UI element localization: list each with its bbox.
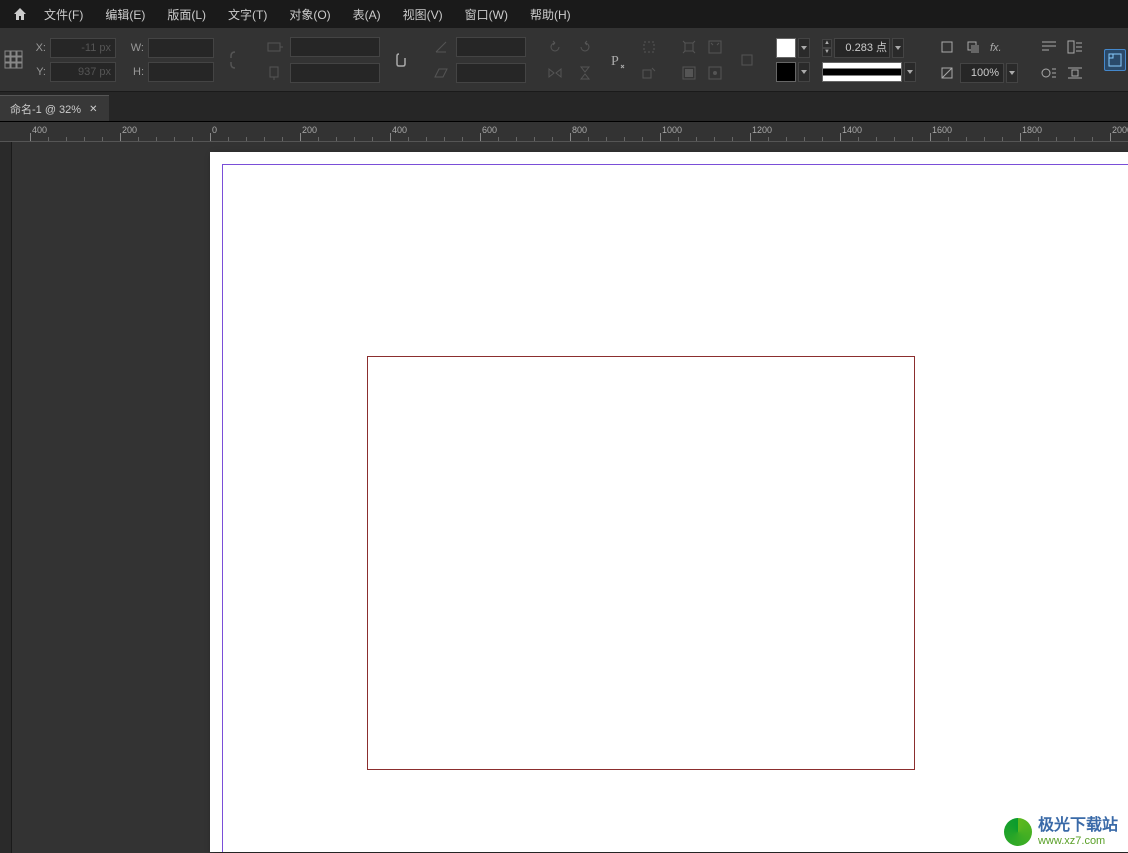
- flip-vertical-icon[interactable]: [574, 62, 596, 84]
- rotate-cw-icon[interactable]: [574, 36, 596, 58]
- rotate-angle-icon[interactable]: [430, 36, 452, 58]
- menu-object[interactable]: 对象(O): [279, 2, 340, 27]
- h-input[interactable]: [148, 62, 214, 82]
- fill-dropdown[interactable]: [798, 38, 810, 58]
- w-label: W:: [128, 42, 144, 54]
- fx-icon[interactable]: fx.: [988, 36, 1010, 58]
- scale-y-icon[interactable]: [264, 62, 286, 84]
- text-wrap-icon[interactable]: [1038, 36, 1060, 58]
- opacity-input[interactable]: 100%: [960, 63, 1004, 83]
- text-wrap-shape-icon[interactable]: [1038, 62, 1060, 84]
- document-tab-bar: 命名-1 @ 32% ✕: [0, 92, 1128, 122]
- menu-window[interactable]: 窗口(W): [455, 2, 518, 27]
- menu-bar: 文件(F) 编辑(E) 版面(L) 文字(T) 对象(O) 表(A) 视图(V)…: [0, 0, 1128, 28]
- scale-x-input[interactable]: [290, 37, 380, 57]
- home-icon[interactable]: [8, 2, 32, 26]
- vertical-ruler[interactable]: [0, 142, 12, 853]
- horizontal-ruler[interactable]: 4002000200400600800100012001400160018002…: [0, 122, 1128, 142]
- wh-coords: W: H:: [122, 28, 220, 91]
- constrain-proportions-icon[interactable]: [224, 49, 246, 71]
- tab-close-icon[interactable]: ✕: [89, 104, 99, 114]
- flip-horizontal-icon[interactable]: [544, 62, 566, 84]
- stroke-weight-dropdown[interactable]: [892, 38, 904, 58]
- text-wrap-bound-icon[interactable]: [1064, 36, 1086, 58]
- fit-frame-icon[interactable]: [704, 36, 726, 58]
- watermark-title: 极光下载站: [1038, 817, 1118, 835]
- y-input[interactable]: 937 px: [50, 62, 116, 82]
- menu-file[interactable]: 文件(F): [34, 2, 93, 27]
- fit-content-icon[interactable]: [678, 36, 700, 58]
- fill-swatch[interactable]: [776, 38, 796, 58]
- menu-help[interactable]: 帮助(H): [520, 2, 581, 27]
- opacity-dropdown[interactable]: [1006, 63, 1018, 83]
- select-content-icon[interactable]: [638, 62, 660, 84]
- stroke-weight-spinner[interactable]: ▲▼: [822, 39, 832, 57]
- reference-point-grid[interactable]: [0, 28, 24, 91]
- content-frame[interactable]: [367, 356, 915, 770]
- watermark: 极光下载站 www.xz7.com: [1004, 817, 1118, 847]
- scale-x-icon[interactable]: [264, 36, 286, 58]
- corner-icon[interactable]: [936, 36, 958, 58]
- w-input[interactable]: [148, 38, 214, 58]
- shear-icon[interactable]: [430, 62, 452, 84]
- paragraph-icon[interactable]: P: [604, 47, 630, 73]
- menu-view[interactable]: 视图(V): [393, 2, 453, 27]
- options-bar: X: -11 px Y: 937 px W: H:: [0, 28, 1128, 92]
- workspace: 极光下载站 www.xz7.com: [0, 142, 1128, 853]
- menu-edit[interactable]: 编辑(E): [95, 2, 155, 27]
- center-content-icon[interactable]: [704, 62, 726, 84]
- stroke-style-dropdown[interactable]: [904, 62, 916, 82]
- menu-type[interactable]: 文字(T): [218, 2, 277, 27]
- rotate-input[interactable]: [456, 37, 526, 57]
- svg-text:fx.: fx.: [990, 42, 1002, 54]
- stroke-dropdown[interactable]: [798, 62, 810, 82]
- watermark-logo-icon: [1004, 818, 1032, 846]
- document-tab[interactable]: 命名-1 @ 32% ✕: [0, 95, 109, 121]
- text-wrap-jump-icon[interactable]: [1064, 62, 1086, 84]
- x-input[interactable]: -11 px: [50, 38, 116, 58]
- menu-layout[interactable]: 版面(L): [157, 2, 216, 27]
- scale-y-input[interactable]: [290, 63, 380, 83]
- stroke-weight-input[interactable]: 0.283 点: [834, 38, 890, 58]
- drop-shadow-icon[interactable]: [962, 36, 984, 58]
- opacity-icon[interactable]: [936, 62, 958, 84]
- shear-input[interactable]: [456, 63, 526, 83]
- xy-coords: X: -11 px Y: 937 px: [24, 28, 122, 91]
- rotate-ccw-icon[interactable]: [544, 36, 566, 58]
- menu-table[interactable]: 表(A): [343, 2, 391, 27]
- tab-title: 命名-1 @ 32%: [10, 101, 81, 117]
- select-container-icon[interactable]: [638, 36, 660, 58]
- svg-text:P: P: [611, 54, 619, 69]
- stroke-swatch[interactable]: [776, 62, 796, 82]
- auto-fit-icon[interactable]: [736, 49, 758, 71]
- x-label: X:: [30, 42, 46, 54]
- watermark-url: www.xz7.com: [1038, 835, 1118, 847]
- corner-options-icon[interactable]: [1104, 49, 1126, 71]
- stroke-style-preview[interactable]: [822, 62, 902, 82]
- fill-frame-icon[interactable]: [678, 62, 700, 84]
- clip-icon[interactable]: [390, 49, 412, 71]
- y-label: Y:: [30, 66, 46, 78]
- h-label: H:: [128, 66, 144, 78]
